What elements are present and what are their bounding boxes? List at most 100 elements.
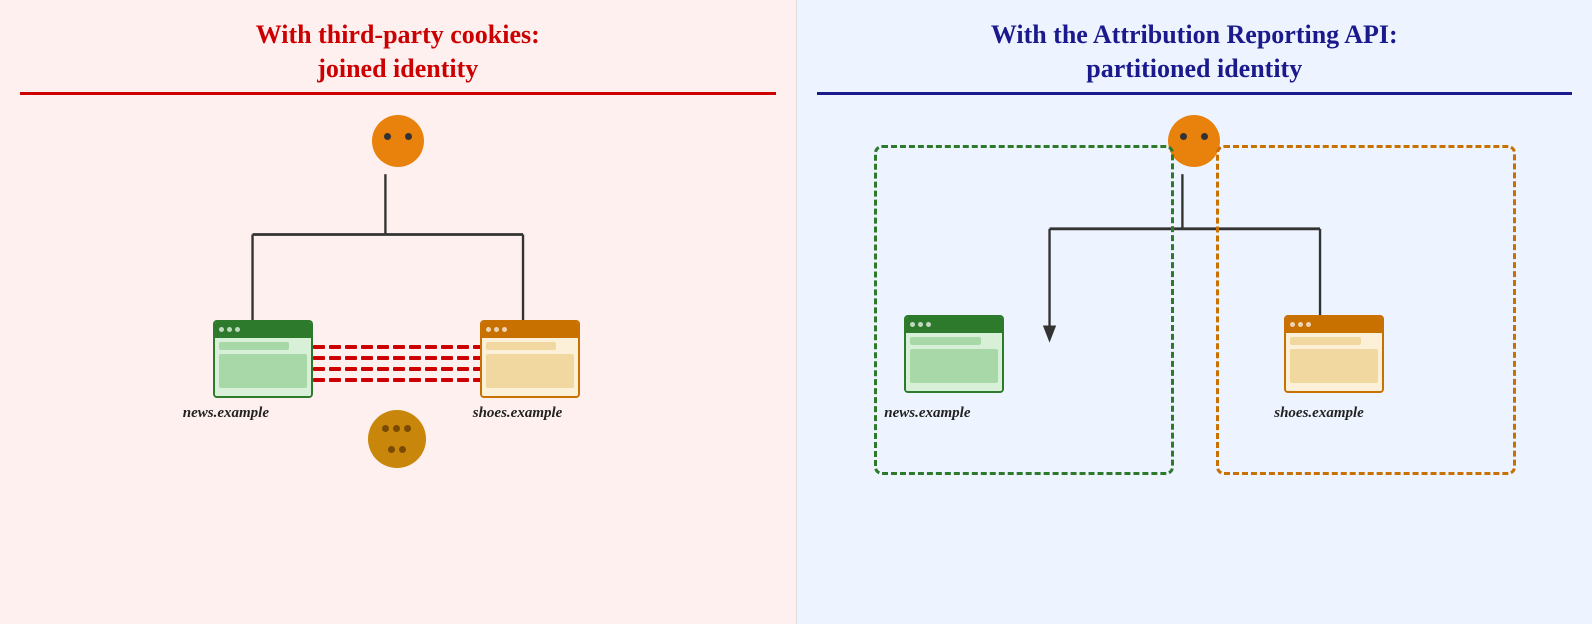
red-dash (377, 356, 389, 360)
red-dash (377, 345, 389, 349)
red-dash (329, 378, 341, 382)
red-dash (441, 345, 453, 349)
browser-news-toolbar-right (906, 317, 1002, 333)
red-dash-row-4 (313, 378, 501, 382)
red-dash (313, 378, 325, 382)
left-title: With third-party cookies: joined identit… (256, 18, 540, 86)
left-title-line1: With third-party cookies: (256, 20, 540, 49)
red-dash (457, 356, 469, 360)
red-dash (361, 356, 373, 360)
toolbar-dot-7 (910, 322, 915, 327)
right-title: With the Attribution Reporting API: part… (991, 18, 1398, 86)
red-dash-row-1 (313, 345, 501, 349)
dashed-box-shoes (1216, 145, 1516, 475)
red-dash (457, 345, 469, 349)
left-divider (20, 92, 776, 95)
red-dash (393, 345, 405, 349)
left-diagram: news.example shoes.example (20, 115, 776, 604)
toolbar-dot-10 (1290, 322, 1295, 327)
browser-line-3 (486, 342, 556, 350)
left-panel: With third-party cookies: joined identit… (0, 0, 797, 624)
shoes-label-left: shoes.example (473, 405, 563, 422)
red-dash-row-3 (313, 367, 501, 371)
browser-line-8 (1290, 349, 1378, 383)
news-label-right: news.example (884, 405, 970, 422)
red-dash (441, 356, 453, 360)
red-dash (329, 367, 341, 371)
browser-line-7 (1290, 337, 1360, 345)
browser-line-4 (486, 354, 574, 388)
cookie-chip (388, 446, 395, 453)
right-panel: With the Attribution Reporting API: part… (797, 0, 1592, 624)
browser-line-2 (219, 354, 307, 388)
red-dash (441, 367, 453, 371)
browser-line-1 (219, 342, 289, 350)
toolbar-dot-5 (494, 327, 499, 332)
dashed-box-news (874, 145, 1174, 475)
toolbar-dot-12 (1306, 322, 1311, 327)
red-dashes-container (313, 345, 501, 382)
browser-shoes-right (1284, 315, 1384, 393)
browser-news-toolbar-left (215, 322, 311, 338)
right-divider (817, 92, 1573, 95)
red-dash (345, 356, 357, 360)
toolbar-dot-4 (486, 327, 491, 332)
red-dash (457, 367, 469, 371)
browser-shoes-content-right (1286, 333, 1382, 391)
red-dash (457, 378, 469, 382)
red-dash (313, 345, 325, 349)
toolbar-dot-2 (227, 327, 232, 332)
red-dash (345, 378, 357, 382)
red-dash (425, 356, 437, 360)
red-dash (409, 378, 421, 382)
toolbar-dot-11 (1298, 322, 1303, 327)
person-head-left (372, 115, 424, 167)
shoes-label-right: shoes.example (1274, 405, 1364, 422)
red-dash (361, 367, 373, 371)
red-dash (377, 378, 389, 382)
browser-line-5 (910, 337, 980, 345)
red-dash (441, 378, 453, 382)
cookie-chip (382, 425, 389, 432)
right-title-line1: With the Attribution Reporting API: (991, 20, 1398, 49)
browser-shoes-content-left (482, 338, 578, 396)
toolbar-dot-3 (235, 327, 240, 332)
red-dash (377, 367, 389, 371)
red-dash (409, 356, 421, 360)
person-right (1168, 115, 1220, 167)
red-dash (313, 356, 325, 360)
red-dash (313, 367, 325, 371)
red-dash (393, 378, 405, 382)
red-dash (425, 345, 437, 349)
browser-news-content-left (215, 338, 311, 396)
red-dash-row-2 (313, 356, 501, 360)
cookie-chip (404, 425, 411, 432)
cookie-chip (399, 446, 406, 453)
toolbar-dot-1 (219, 327, 224, 332)
red-dash (409, 367, 421, 371)
red-dash (425, 367, 437, 371)
toolbar-dot-6 (502, 327, 507, 332)
browser-shoes-left (480, 320, 580, 398)
cookie-icon (368, 410, 426, 468)
red-dash (329, 356, 341, 360)
browser-news-right (904, 315, 1004, 393)
browser-news-content-right (906, 333, 1002, 391)
browser-line-6 (910, 349, 998, 383)
red-dash (345, 367, 357, 371)
red-dash (329, 345, 341, 349)
red-dash (425, 378, 437, 382)
right-title-line2: partitioned identity (1086, 54, 1302, 83)
red-dash (393, 356, 405, 360)
right-diagram: news.example shoes.example (817, 115, 1573, 604)
red-dash (345, 345, 357, 349)
red-dash (409, 345, 421, 349)
browser-shoes-toolbar-left (482, 322, 578, 338)
toolbar-dot-9 (926, 322, 931, 327)
person-head-right (1168, 115, 1220, 167)
left-title-line2: joined identity (317, 54, 478, 83)
red-dash (393, 367, 405, 371)
news-label-left: news.example (183, 405, 269, 422)
browser-news-left (213, 320, 313, 398)
red-dash (361, 345, 373, 349)
